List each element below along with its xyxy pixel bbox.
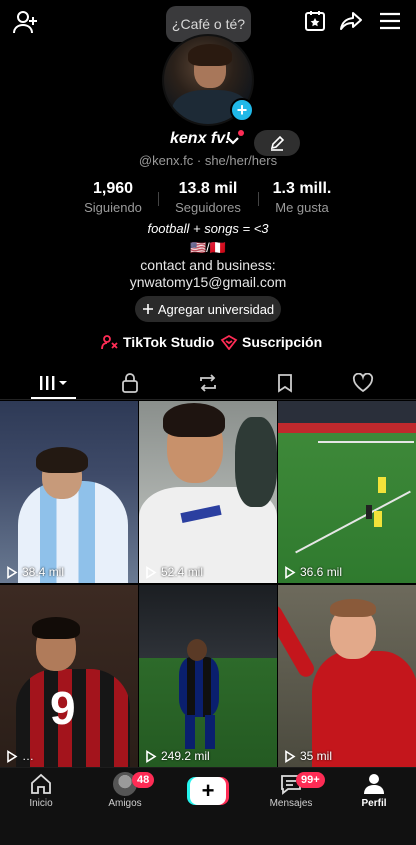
bottom-navigation: Inicio Amigos 48 + Mensajes 99+ Perfil: [0, 767, 416, 845]
lock-icon: [122, 373, 138, 393]
nav-messages[interactable]: Mensajes 99+: [256, 772, 326, 809]
name-row: kenx fv!: [0, 130, 416, 156]
bio-line-1: football + songs = <3: [147, 221, 269, 236]
play-icon: [285, 749, 296, 763]
video-thumbnail[interactable]: 36.6 mil: [278, 401, 416, 583]
tiktok-studio-link[interactable]: TikTok Studio: [101, 334, 214, 350]
video-views-count: 35 mil: [300, 749, 333, 763]
video-views: 38.4 mil: [6, 565, 64, 579]
video-views: 35 mil: [284, 749, 332, 763]
stat-followers-label: Seguidores: [175, 200, 241, 215]
stat-following[interactable]: 1,960 Siguiendo: [63, 180, 163, 215]
video-views-count: 52.4 mil: [161, 565, 204, 579]
stat-likes-label: Me gusta: [275, 200, 329, 215]
video-views-count: …: [22, 749, 34, 763]
subscription-link[interactable]: Suscripción: [220, 334, 322, 350]
bio-flags: 🇺🇸/🇵🇪: [190, 240, 226, 255]
edit-icon: [270, 135, 285, 151]
play-icon: [7, 565, 18, 579]
nav-friends-label: Amigos: [108, 798, 142, 809]
profile-stats: 1,960 Siguiendo 13.8 mil Seguidores 1.3 …: [0, 180, 416, 216]
stat-following-label: Siguiendo: [84, 200, 142, 215]
add-university-label: Agregar universidad: [157, 301, 275, 317]
home-icon: [31, 773, 51, 794]
video-grid: 38.4 mil 52.4 mil 36.6 mil 9 … 249.2 mil…: [0, 401, 416, 767]
nav-profile-label: Perfil: [361, 798, 387, 809]
tiktok-studio-label: TikTok Studio: [123, 334, 215, 350]
stat-followers-value: 13.8 mil: [178, 180, 238, 197]
video-thumbnail[interactable]: 249.2 mil: [139, 585, 277, 767]
profile-name: kenx fv!: [170, 130, 231, 147]
bio-email[interactable]: ynwatomy15@gmail.com: [0, 274, 416, 290]
nav-friends[interactable]: Amigos 48: [90, 772, 160, 809]
messages-badge: 99+: [296, 772, 325, 788]
stat-likes-value: 1.3 mill.: [272, 180, 332, 197]
repost-icon: [200, 374, 216, 392]
video-views-count: 38.4 mil: [22, 565, 65, 579]
studio-icon: [101, 335, 118, 350]
calendar-star-icon[interactable]: [302, 8, 328, 34]
bookmark-icon: [278, 374, 292, 393]
play-icon: [146, 749, 157, 763]
tab-videos[interactable]: [23, 370, 83, 396]
tab-saved[interactable]: [255, 370, 315, 396]
video-thumbnail[interactable]: 38.4 mil: [0, 401, 138, 583]
avatar-hair: [188, 44, 232, 66]
play-icon: [146, 565, 157, 579]
creator-links: TikTok Studio Suscripción: [0, 334, 416, 354]
add-university-button[interactable]: Agregar universidad: [135, 296, 281, 322]
menu-icon[interactable]: [377, 8, 403, 34]
nav-messages-label: Mensajes: [269, 798, 313, 809]
plus-icon: +: [190, 777, 226, 805]
content-tabs: [0, 366, 416, 400]
tab-liked[interactable]: [333, 370, 393, 396]
active-tab-indicator: [31, 397, 76, 399]
video-thumbnail[interactable]: 52.4 mil: [139, 401, 277, 583]
video-thumbnail[interactable]: 35 mil: [278, 585, 416, 767]
video-views: 36.6 mil: [284, 565, 342, 579]
nav-home[interactable]: Inicio: [6, 772, 76, 809]
video-thumbnail[interactable]: 9 …: [0, 585, 138, 767]
video-views-count: 249.2 mil: [161, 749, 210, 763]
share-icon[interactable]: [338, 8, 364, 34]
subscription-icon: [220, 334, 238, 350]
profile-icon: [364, 774, 384, 794]
notification-dot: [238, 130, 244, 136]
chevron-down-icon[interactable]: [226, 134, 240, 152]
status-bubble-text: ¿Café o té?: [171, 16, 246, 32]
add-user-icon[interactable]: [12, 8, 40, 36]
video-views: 249.2 mil: [145, 749, 210, 763]
profile-avatar-container: +: [162, 34, 254, 126]
subscription-label: Suscripción: [242, 334, 323, 350]
nav-profile[interactable]: Perfil: [339, 772, 409, 809]
stat-followers[interactable]: 13.8 mil Seguidores: [158, 180, 258, 215]
tab-private[interactable]: [100, 370, 160, 396]
tab-reposts[interactable]: [178, 370, 238, 396]
profile-handle: @kenx.fc · she/her/hers: [138, 153, 278, 168]
video-views-count: 36.6 mil: [300, 565, 343, 579]
friends-badge: 48: [132, 772, 155, 788]
plus-icon: [142, 304, 153, 314]
video-views: …: [6, 749, 34, 763]
stat-following-value: 1,960: [92, 180, 134, 197]
grid-icon: [40, 376, 67, 390]
play-icon: [7, 749, 18, 763]
nav-home-label: Inicio: [29, 798, 53, 809]
video-views: 52.4 mil: [145, 565, 203, 579]
play-icon: [285, 565, 296, 579]
heart-icon: [352, 373, 374, 393]
add-story-plus-icon[interactable]: +: [230, 98, 254, 122]
bio-line-3: contact and business:: [140, 257, 276, 273]
stat-likes[interactable]: 1.3 mill. Me gusta: [252, 180, 352, 215]
create-button[interactable]: +: [187, 777, 229, 805]
